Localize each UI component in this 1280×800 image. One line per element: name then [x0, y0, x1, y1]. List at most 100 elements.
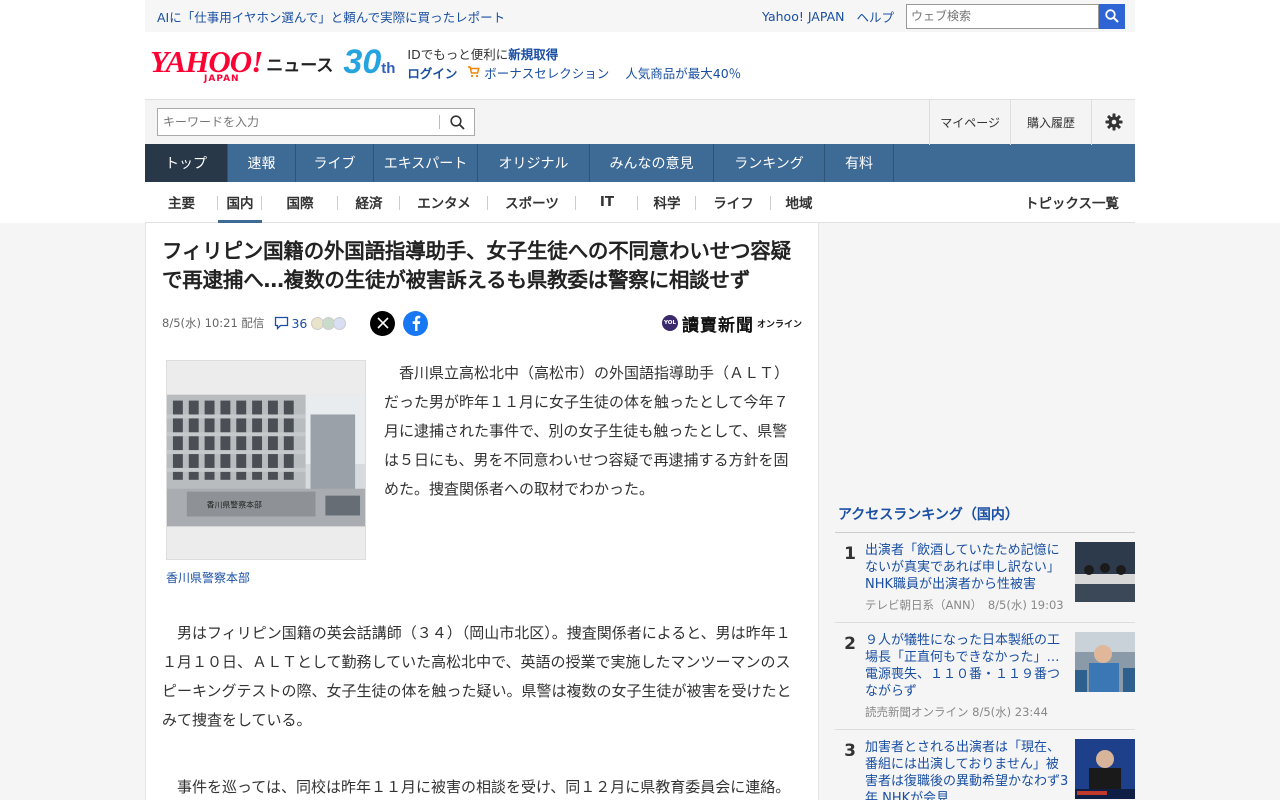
help-link[interactable]: ヘルプ — [856, 7, 894, 26]
nav-original[interactable]: オリジナル — [478, 144, 590, 182]
utility-links: Yahoo! JAPAN ヘルプ — [762, 3, 1135, 29]
ranking-title[interactable]: ９人が犠牲になった日本製紙の工場長「正直何もできなかった」…電源喪失、１１０番・… — [865, 632, 1070, 700]
anniv-suffix: th — [381, 60, 396, 77]
topics-list-link[interactable]: トピックス一覧 — [1025, 192, 1119, 212]
web-search — [906, 3, 1125, 29]
rank-number: 3 — [844, 741, 856, 761]
article-photo[interactable]: 香川県警察本部 香川県警察本部 — [166, 360, 366, 586]
search-row: マイページ 購入履歴 — [145, 99, 1135, 145]
police-building-image: 香川県警察本部 — [167, 394, 365, 526]
photo-caption[interactable]: 香川県警察本部 — [166, 569, 366, 586]
nav-paid[interactable]: 有料 — [825, 144, 894, 182]
yol-badge: YOL — [661, 315, 678, 331]
ranking-thumbnail[interactable] — [1075, 542, 1135, 602]
category-nav: 主要 国内 国際 経済 エンタメ スポーツ IT 科学 ライフ 地域 トピックス… — [145, 182, 1135, 223]
30th-anniversary-logo[interactable]: 30th — [343, 45, 395, 86]
publish-date: 8/5(水) 10:21 配信 — [162, 316, 265, 330]
article-paragraph: 事件を巡っては、同校は昨年１１月に被害の相談を受け、同１２月に県教育委員会に連絡… — [177, 778, 791, 796]
search-icon — [449, 114, 465, 130]
ranking-source-name: 読売新聞オンライン — [865, 705, 969, 719]
article-meta: 8/5(水) 10:21 配信 36 YOL 讀賣新聞 オンライン — [162, 310, 802, 336]
category-economy[interactable]: 経済 — [338, 182, 400, 223]
yahoo-japan-link[interactable]: Yahoo! JAPAN — [762, 9, 844, 24]
x-icon — [377, 317, 389, 329]
account-links: IDでもっと便利に新規取得 ログイン ボーナスセレクション 人気商品が最大40％ — [407, 45, 741, 84]
search-icon — [1105, 9, 1119, 23]
article-title: フィリピン国籍の外国語指導助手、女子生徒への不同意わいせつ容疑で再逮捕へ…複数の… — [162, 239, 791, 292]
rank-number: 2 — [844, 634, 856, 654]
purchase-history-link[interactable]: 購入履歴 — [1009, 99, 1091, 145]
reaction-icon — [333, 316, 347, 330]
promo-bar: AIに「仕事用イヤホン選んで」と頼んで実際に買ったレポート Yahoo! JAP… — [145, 0, 1135, 32]
keyword-search — [157, 108, 475, 136]
ranking-item[interactable]: 3 加害者とされる出演者は「現在、番組には出演しておりません」被害者は復職後の異… — [835, 730, 1135, 800]
bonus-selection-link[interactable]: ボーナスセレクション — [484, 66, 609, 81]
popular-items-link[interactable]: 人気商品が最大40％ — [625, 66, 741, 81]
category-domestic[interactable]: 国内 — [218, 182, 262, 223]
ranking-title[interactable]: 出演者「飲酒していたため記憶にないが真実であれば申し訳ない」 NHK職員が出演者… — [865, 542, 1070, 593]
article-paragraph: 男はフィリピン国籍の英会話講師（３４）（岡山市北区）。捜査関係者によると、男は昨… — [162, 624, 792, 729]
category-entertainment[interactable]: エンタメ — [400, 182, 488, 223]
web-search-input[interactable] — [906, 3, 1099, 29]
ranking-item[interactable]: 2 ９人が犠牲になった日本製紙の工場長「正直何もできなかった」…電源喪失、１１０… — [835, 623, 1135, 730]
photo-frame: 香川県警察本部 — [166, 360, 366, 560]
ranking-thumbnail[interactable] — [1075, 739, 1135, 799]
anniv-number: 30 — [343, 43, 382, 81]
ranking-source-name: テレビ朝日系（ANN） — [865, 598, 977, 612]
article: フィリピン国籍の外国語指導助手、女子生徒への不同意わいせつ容疑で再逮捕へ…複数の… — [145, 223, 819, 800]
comments-link[interactable]: 36 — [274, 316, 307, 331]
nav-ranking[interactable]: ランキング — [714, 144, 825, 182]
ranking-date: 8/5(水) 23:44 — [972, 705, 1048, 719]
article-lead: 香川県立高松北中（高松市）の外国語指導助手（ＡＬＴ）だった男が昨年１１月に女子生… — [384, 364, 790, 498]
source-name: 讀賣新聞 — [681, 315, 754, 336]
ranking-source: 読売新聞オンライン 8/5(水) 23:44 — [865, 704, 1070, 720]
source-logo[interactable]: YOL 讀賣新聞 オンライン — [661, 311, 802, 336]
settings-button[interactable] — [1091, 99, 1135, 145]
category-it[interactable]: IT — [576, 182, 638, 223]
source-suffix: オンライン — [756, 319, 802, 330]
nav-expert[interactable]: エキスパート — [374, 144, 478, 182]
access-ranking-title[interactable]: アクセスランキング（国内） — [835, 491, 1135, 533]
cart-icon — [467, 66, 484, 81]
category-international[interactable]: 国際 — [262, 182, 338, 223]
category-life[interactable]: ライフ — [696, 182, 771, 223]
reaction-icons[interactable] — [311, 316, 347, 330]
sidebar: アクセスランキング（国内） 1 出演者「飲酒していたため記憶にないが真実であれば… — [835, 223, 1135, 800]
facebook-icon — [412, 315, 421, 331]
yahoo-news-logo[interactable]: YAHOO! JAPAN ニュース — [150, 44, 334, 84]
logo-yahoo: YAHOO! — [150, 44, 263, 79]
comment-icon — [275, 316, 289, 330]
lead-section: 香川県警察本部 香川県警察本部 香川県立高松北中（高松市）の外国語指導助手（ＡＬ… — [162, 360, 802, 586]
x-share-button[interactable] — [370, 310, 396, 336]
category-sports[interactable]: スポーツ — [488, 182, 576, 223]
signup-link[interactable]: 新規取得 — [508, 47, 558, 62]
login-link[interactable]: ログイン — [407, 66, 457, 81]
keyword-search-button[interactable] — [440, 114, 474, 130]
gear-icon — [1105, 113, 1122, 131]
category-main[interactable]: 主要 — [145, 182, 218, 223]
nav-top[interactable]: トップ — [145, 144, 228, 182]
logo-news: ニュース — [266, 56, 334, 76]
site-header: YAHOO! JAPAN ニュース 30th IDでもっと便利に新規取得 ログイ… — [145, 32, 1135, 99]
rank-number: 1 — [844, 544, 856, 564]
web-search-button[interactable] — [1099, 3, 1125, 29]
share-buttons — [370, 310, 436, 336]
promo-link[interactable]: AIに「仕事用イヤホン選んで」と頼んで実際に買ったレポート — [157, 7, 505, 26]
user-menu: マイページ 購入履歴 — [929, 99, 1135, 145]
comment-count: 36 — [291, 315, 308, 331]
id-promo-text: IDでもっと便利に — [407, 47, 509, 62]
nav-breaking[interactable]: 速報 — [228, 144, 296, 182]
category-science[interactable]: 科学 — [638, 182, 696, 223]
main-nav: トップ 速報 ライブ エキスパート オリジナル みんなの意見 ランキング 有料 — [145, 144, 1135, 182]
ranking-date: 8/5(水) 19:03 — [987, 598, 1064, 612]
keyword-search-input[interactable] — [158, 110, 439, 134]
nav-opinions[interactable]: みんなの意見 — [590, 144, 714, 182]
category-local[interactable]: 地域 — [771, 182, 827, 223]
ranking-item[interactable]: 1 出演者「飲酒していたため記憶にないが真実であれば申し訳ない」 NHK職員が出… — [835, 533, 1135, 623]
facebook-share-button[interactable] — [403, 310, 429, 336]
mypage-link[interactable]: マイページ — [929, 99, 1010, 145]
nav-live[interactable]: ライブ — [296, 144, 374, 182]
ranking-thumbnail[interactable] — [1075, 632, 1135, 692]
ranking-title[interactable]: 加害者とされる出演者は「現在、番組には出演しておりません」被害者は復職後の異動希… — [865, 739, 1070, 800]
building-sign: 香川県警察本部 — [207, 499, 262, 509]
